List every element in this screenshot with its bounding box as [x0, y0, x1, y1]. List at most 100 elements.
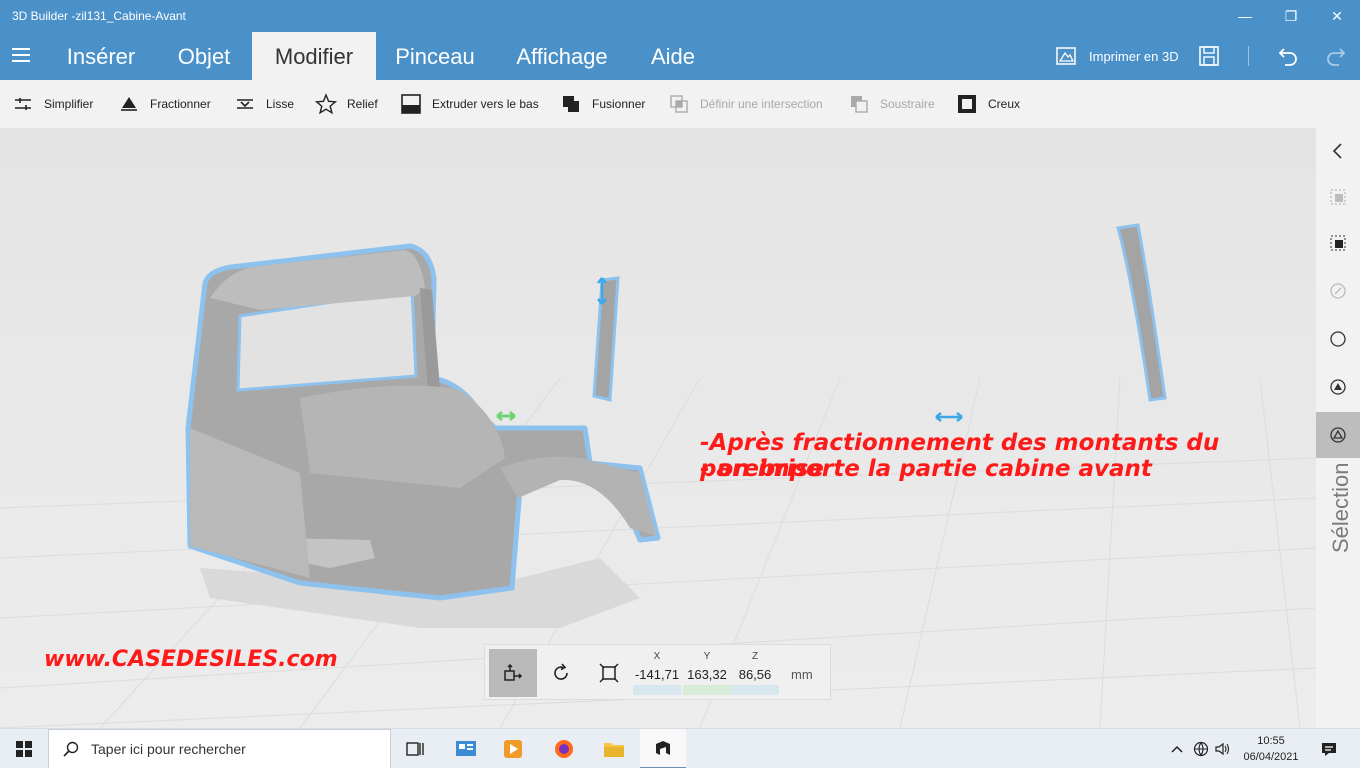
coord-z-value[interactable]: 86,56	[731, 667, 779, 682]
volume-button[interactable]	[1212, 729, 1234, 768]
intersect-button[interactable]: Définir une intersection	[668, 80, 823, 128]
hollow-button[interactable]: Creux	[956, 80, 1020, 128]
smooth-icon	[234, 93, 256, 115]
redo-icon[interactable]	[1324, 44, 1348, 68]
globe-icon	[1193, 741, 1209, 757]
taskbar: Taper ici pour rechercher 10:55 06/04/20…	[0, 728, 1360, 768]
coord-z[interactable]: Z 86,56	[731, 649, 779, 697]
move-icon	[504, 663, 523, 681]
move-button[interactable]	[489, 649, 537, 697]
subtract-label: Soustraire	[880, 97, 935, 111]
emboss-button[interactable]: Relief	[315, 80, 378, 128]
task-view-button[interactable]	[392, 729, 438, 768]
scene-canvas[interactable]	[0, 128, 1316, 728]
coord-x-value[interactable]: -141,71	[633, 667, 681, 682]
coord-y-value[interactable]: 163,32	[683, 667, 731, 682]
tray-expand-button[interactable]	[1166, 729, 1188, 768]
move-arrow-blue-icon[interactable]	[935, 412, 963, 422]
tab-inserer[interactable]: Insérer	[50, 32, 152, 80]
firefox-icon	[555, 740, 573, 758]
annotation-line-2: - on importe la partie cabine avant	[700, 456, 1152, 482]
mesh-select-icon	[1330, 379, 1346, 395]
save-icon[interactable]	[1197, 44, 1221, 68]
select-paint-button[interactable]	[1316, 268, 1360, 314]
star-icon	[315, 93, 337, 115]
paint-select-icon	[1330, 283, 1346, 299]
tab-modifier[interactable]: Modifier	[252, 32, 376, 80]
window-title: 3D Builder -zil131_Cabine-Avant	[12, 9, 186, 23]
hamburger-menu-icon[interactable]	[12, 48, 30, 62]
ribbon-separator	[1248, 46, 1249, 66]
coord-x[interactable]: X -141,71	[633, 649, 681, 697]
extrude-down-label: Extruder vers le bas	[432, 97, 539, 111]
select-objects-icon	[1330, 189, 1346, 205]
3d-builder-icon	[656, 741, 670, 755]
split-icon	[118, 93, 140, 115]
media-player-icon	[504, 740, 522, 758]
windshield-pillar-left[interactable]	[592, 276, 620, 402]
start-button[interactable]	[0, 729, 48, 768]
select-faces-button[interactable]	[1316, 220, 1360, 266]
simplify-button[interactable]: Simplifier	[12, 80, 93, 128]
simplify-label: Simplifier	[44, 97, 94, 111]
select-triangle-button[interactable]	[1316, 412, 1360, 458]
website-watermark: www.CASEDESILES.com	[44, 647, 338, 672]
coord-y[interactable]: Y 163,32	[683, 649, 731, 697]
simplify-icon	[12, 93, 34, 115]
print-3d-label: Imprimer en 3D	[1089, 48, 1179, 64]
intersect-icon	[668, 93, 690, 115]
select-objects-button[interactable]	[1316, 174, 1360, 220]
split-label: Fractionner	[150, 97, 211, 111]
selection-panel-label: Sélection	[1328, 462, 1353, 553]
taskbar-app-control-panel[interactable]	[443, 729, 489, 768]
merge-label: Fusionner	[592, 97, 646, 111]
select-mesh-button[interactable]	[1316, 364, 1360, 410]
coord-x-label: X	[653, 651, 661, 662]
close-button[interactable]: ✕	[1314, 0, 1360, 32]
tab-objet[interactable]: Objet	[160, 32, 248, 80]
tab-aide[interactable]: Aide	[638, 32, 708, 80]
smooth-button[interactable]: Lisse	[234, 80, 294, 128]
modify-toolbar: Simplifier Fractionner Lisse Relief Extr…	[0, 80, 1360, 128]
taskbar-search-input[interactable]: Taper ici pour rechercher	[48, 729, 391, 768]
hollow-label: Creux	[988, 97, 1021, 111]
notifications-button[interactable]	[1312, 729, 1346, 768]
windows-logo-icon	[16, 741, 32, 757]
network-button[interactable]	[1190, 729, 1212, 768]
scale-icon	[599, 663, 619, 683]
unit-label[interactable]: mm	[791, 667, 813, 682]
scale-button[interactable]	[585, 649, 633, 697]
tab-pinceau[interactable]: Pinceau	[382, 32, 488, 80]
cabin-model[interactable]	[185, 243, 661, 601]
3d-viewport[interactable]: -Après fractionnement des montants du pa…	[0, 128, 1316, 728]
taskbar-clock[interactable]: 10:55 06/04/2021	[1236, 733, 1306, 765]
undo-icon[interactable]	[1276, 44, 1300, 68]
split-button[interactable]: Fractionner	[118, 80, 211, 128]
rotate-icon	[554, 663, 568, 680]
intersect-label: Définir une intersection	[700, 97, 823, 111]
subtract-button[interactable]: Soustraire	[848, 80, 935, 128]
merge-icon	[560, 93, 582, 115]
coord-y-bar	[683, 685, 731, 695]
transform-toolbar: X -141,71 Y 163,32 Z 86,56 mm	[484, 644, 831, 700]
print-3d-button[interactable]: Imprimer en 3D	[1055, 32, 1179, 80]
minimize-button[interactable]: —	[1222, 0, 1268, 32]
select-sphere-button[interactable]	[1316, 316, 1360, 362]
rotate-button[interactable]	[537, 649, 585, 697]
control-panel-icon	[456, 741, 476, 756]
taskbar-app-media-player[interactable]	[490, 729, 536, 768]
coord-y-label: Y	[703, 651, 711, 662]
move-arrow-green-icon[interactable]	[496, 411, 516, 421]
hollow-icon	[956, 93, 978, 115]
taskbar-app-file-explorer[interactable]	[591, 729, 637, 768]
extrude-down-button[interactable]: Extruder vers le bas	[400, 80, 539, 128]
taskbar-app-3d-builder[interactable]	[640, 729, 686, 768]
notification-icon	[1322, 743, 1336, 756]
taskbar-app-firefox[interactable]	[541, 729, 587, 768]
windshield-pillar-right[interactable]	[1116, 223, 1167, 402]
merge-button[interactable]: Fusionner	[560, 80, 645, 128]
tab-affichage[interactable]: Affichage	[500, 32, 624, 80]
circle-icon	[1330, 331, 1346, 347]
maximize-button[interactable]: ❐	[1268, 0, 1314, 32]
collapse-panel-button[interactable]	[1316, 128, 1360, 174]
